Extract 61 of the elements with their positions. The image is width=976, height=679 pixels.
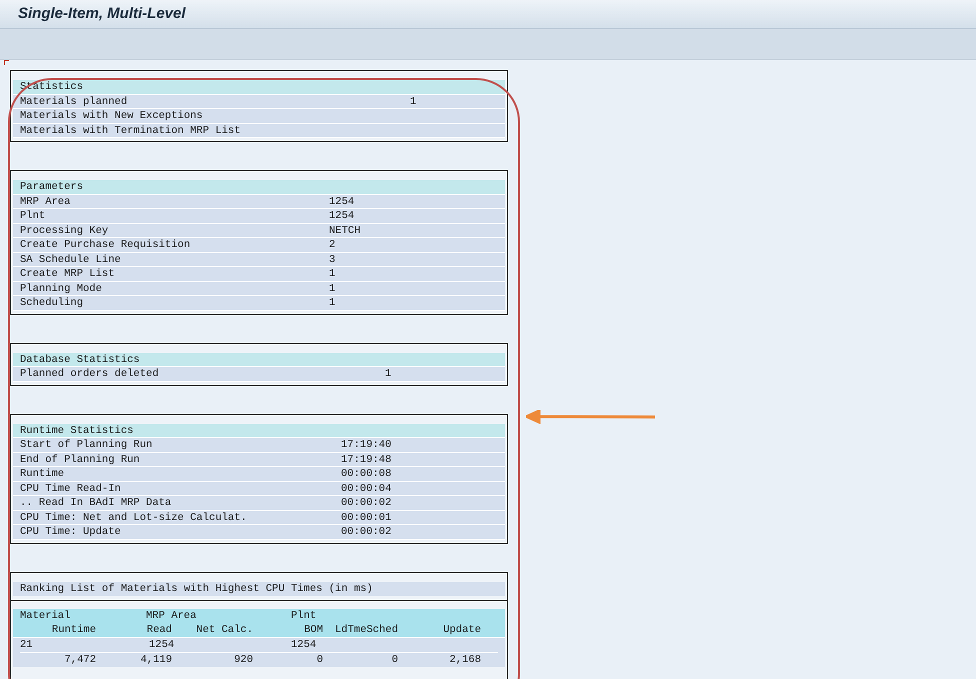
row-value: NETCH	[329, 224, 361, 238]
table-cell-text: 2,168	[448, 652, 481, 667]
row-label: Materials with Termination MRP List	[20, 124, 241, 136]
row-label: End of Planning Run	[20, 454, 140, 466]
row-label: Processing Key	[20, 224, 108, 236]
row-label: .. Read In BAdI MRP Data	[20, 497, 172, 509]
row-value: 00:00:04	[341, 482, 392, 496]
column-header: BOM	[303, 623, 323, 637]
row-label: Create MRP List	[20, 268, 115, 280]
row-label: Create Purchase Requisition	[20, 239, 190, 251]
section-header: Database Statistics	[13, 352, 505, 367]
row-label: SA Schedule Line	[20, 254, 121, 266]
column-header: MRP Area	[146, 609, 198, 623]
column-header: Net Calc.	[195, 623, 253, 637]
row-value: 1	[329, 267, 336, 282]
row-label: Planned orders deleted	[20, 368, 159, 380]
section-header: Runtime Statistics	[13, 424, 505, 438]
section-header: Ranking List of Materials with Highest CPU Times (in ms)	[13, 582, 505, 596]
table-cell-text: 920	[233, 652, 253, 667]
column-header: Material	[20, 609, 72, 623]
table-cell-text: 0	[390, 652, 398, 667]
row-label: Plnt	[20, 210, 46, 222]
corner-mark	[4, 60, 9, 65]
row-label: Start of Planning Run	[20, 439, 152, 451]
row-value: 00:00:08	[341, 467, 392, 482]
arrow-icon	[526, 410, 656, 424]
row-label: Materials planned	[20, 96, 128, 108]
column-header: Plnt	[291, 609, 318, 623]
column-header: LdTmeSched	[334, 623, 398, 637]
section-header: Parameters	[13, 180, 505, 194]
row-value: 1254	[329, 209, 354, 224]
row-value: 17:19:40	[341, 438, 392, 452]
row-label: CPU Time Read-In	[20, 482, 121, 494]
row-label: MRP Area	[20, 196, 70, 208]
table-cell-text: 21	[20, 638, 34, 652]
table-cell-text: 4,119	[139, 652, 172, 667]
row-value: 00:00:02	[341, 525, 392, 540]
row-value: 00:00:01	[341, 510, 392, 525]
row-value: 2	[329, 238, 336, 252]
column-header: Update	[442, 623, 481, 637]
row-value: 1	[329, 282, 336, 296]
row-label: Scheduling	[20, 297, 84, 309]
column-header: Read	[146, 623, 172, 637]
table-cell-text: 0	[316, 652, 323, 667]
row-value: 1254	[329, 194, 354, 209]
row-value: 1	[410, 94, 416, 109]
row-value: 1	[329, 296, 336, 310]
table-cell-text: 1254	[148, 638, 176, 652]
row-label: Planning Mode	[20, 282, 102, 294]
row-value: 1	[385, 367, 392, 382]
row-label: CPU Time: Update	[20, 526, 121, 538]
row-label: Materials with New Exceptions	[20, 110, 203, 122]
window-title: Single-Item, Multi-Level	[18, 4, 186, 24]
table-cell-text: 7,472	[63, 652, 96, 667]
row-label: CPU Time: Net and Lot-size Calculat.	[20, 512, 247, 524]
table-cell-text: 1254	[291, 638, 318, 652]
row-label: Runtime	[20, 468, 64, 480]
row-value: 00:00:02	[341, 496, 392, 510]
row-value: 17:19:48	[341, 452, 392, 467]
column-header: Runtime	[50, 623, 96, 637]
row-value: 3	[329, 252, 336, 267]
